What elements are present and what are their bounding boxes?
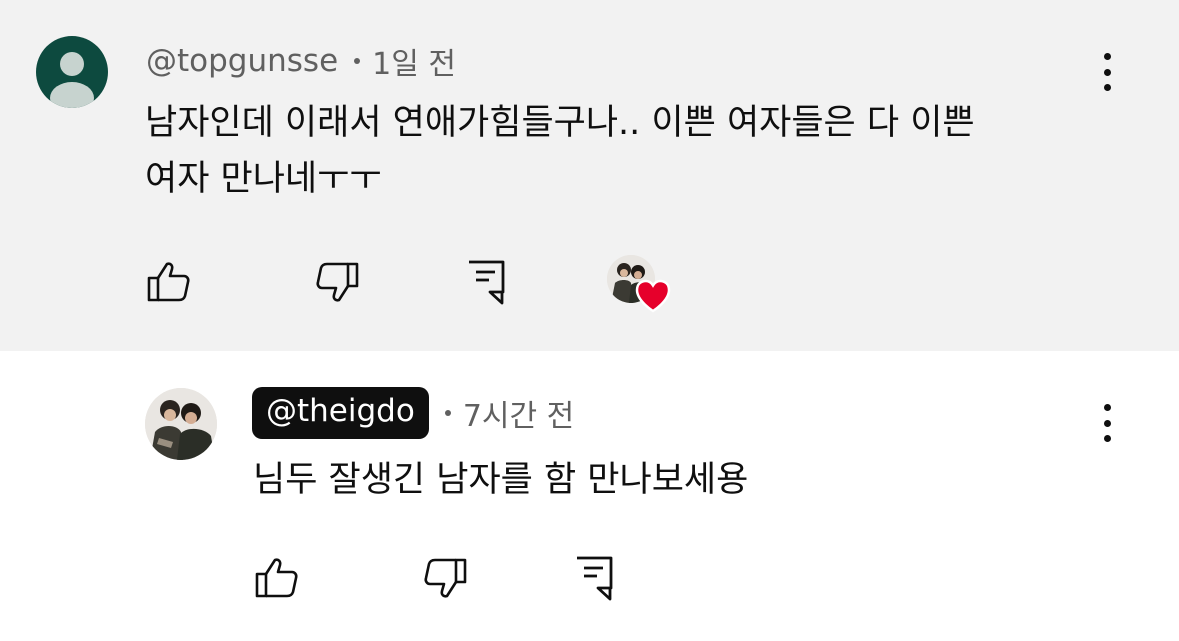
reply-button[interactable] xyxy=(462,257,510,305)
like-button[interactable] xyxy=(253,554,301,602)
reply-button[interactable] xyxy=(570,553,618,601)
separator-dot xyxy=(444,410,451,416)
comment-text: 님두 잘생긴 남자를 함 만나보세용 xyxy=(253,452,748,508)
creator-heart xyxy=(607,255,671,313)
reply-icon xyxy=(469,260,505,305)
thumbs-up-icon xyxy=(255,558,298,598)
avatar[interactable] xyxy=(36,36,108,108)
more-vert-icon[interactable] xyxy=(1097,401,1117,445)
comment-text-line: 님두 잘생긴 남자를 함 만나보세용 xyxy=(253,460,749,500)
dislike-button[interactable] xyxy=(421,554,469,602)
more-vert-icon[interactable] xyxy=(1097,50,1117,94)
comment-author-handle[interactable]: @topgunsse xyxy=(146,43,338,79)
comment-time: 1일 전 xyxy=(372,47,456,82)
avatar[interactable] xyxy=(145,388,217,460)
user-photo-avatar-icon xyxy=(145,388,217,460)
default-person-avatar-icon xyxy=(50,52,94,108)
comment-author-handle-pill[interactable]: @theigdo xyxy=(252,387,429,439)
comment-text-line: 남자인데 이래서 연애가힘들구나.. 이쁜 여자들은 다 이쁜 xyxy=(145,103,975,143)
dislike-button[interactable] xyxy=(313,258,361,306)
comment-meta: @topgunsse 1일 전 xyxy=(146,38,456,84)
reply-icon xyxy=(577,556,613,601)
thumbs-up-icon xyxy=(147,262,190,302)
like-button[interactable] xyxy=(145,258,193,306)
thumbs-down-icon xyxy=(424,558,467,598)
comment-highlighted: @topgunsse 1일 전 남자인데 이래서 연애가힘들구나.. 이쁜 여자… xyxy=(0,0,1179,351)
comment-meta: @theigdo 7시간 전 xyxy=(252,387,574,439)
comment-text: 남자인데 이래서 연애가힘들구나.. 이쁜 여자들은 다 이쁜 여자 만나네ㅜㅜ xyxy=(145,95,975,207)
comment-text-line: 여자 만나네ㅜㅜ xyxy=(145,159,382,199)
comment-reply: @theigdo 7시간 전 님두 잘생긴 남자를 함 만나보세용 xyxy=(0,351,1179,641)
thumbs-down-icon xyxy=(316,262,359,302)
heart-icon xyxy=(635,279,671,313)
comment-time: 7시간 전 xyxy=(462,399,575,434)
separator-dot xyxy=(354,58,361,64)
